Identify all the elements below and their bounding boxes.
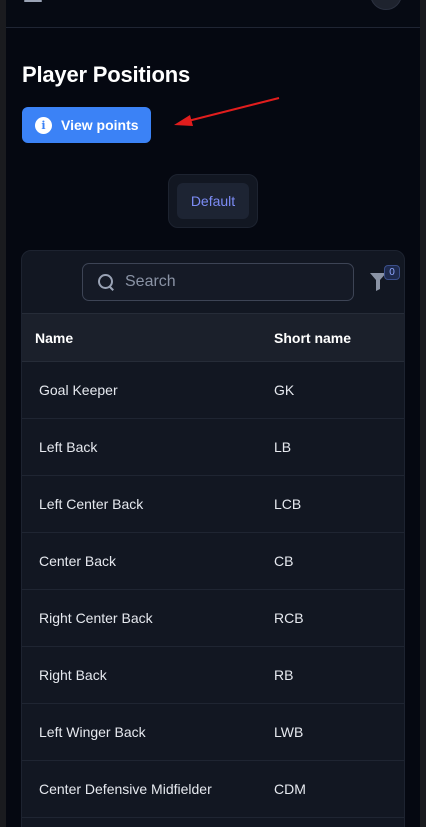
cell-short-name: LCB <box>274 496 302 512</box>
search-icon <box>97 273 115 291</box>
cell-short-name: LB <box>274 439 292 455</box>
view-points-label: View points <box>61 117 139 133</box>
info-icon: i <box>35 116 52 134</box>
table-row[interactable]: Left Back LB <box>22 419 404 476</box>
table-row[interactable]: Left Center Back LCB <box>22 476 404 533</box>
view-segment-control: Default <box>168 174 258 228</box>
table-row[interactable]: Left Winger Back LWB <box>22 704 404 761</box>
search-input[interactable] <box>125 273 325 291</box>
table-row[interactable]: Center Defensive Midfielder CDM <box>22 761 404 818</box>
table-row[interactable]: Goal Keeper GK <box>22 362 404 419</box>
positions-table-card: 0 Name Short name Goal Keeper GK Left Ba… <box>21 250 405 827</box>
cell-short-name: GK <box>274 382 295 398</box>
view-points-button[interactable]: i View points <box>22 107 151 143</box>
hamburger-icon[interactable] <box>24 0 42 4</box>
segment-default[interactable]: Default <box>177 183 249 219</box>
cell-name: Center Back <box>39 553 117 569</box>
cell-name: Left Winger Back <box>39 724 146 740</box>
cell-name: Goal Keeper <box>39 382 118 398</box>
cell-short-name: RCB <box>274 610 304 626</box>
filter-button[interactable]: 0 <box>370 265 402 295</box>
table-row[interactable]: Right Back RB <box>22 647 404 704</box>
table-row[interactable]: Center Back CB <box>22 533 404 590</box>
cell-short-name: RB <box>274 667 294 683</box>
cell-name: Right Back <box>39 667 107 683</box>
table-row[interactable]: Right Center Back RCB <box>22 590 404 647</box>
column-header-short-name[interactable]: Short name <box>274 330 351 346</box>
cell-name: Left Center Back <box>39 496 144 512</box>
search-box[interactable] <box>82 263 354 301</box>
column-header-name[interactable]: Name <box>35 330 73 346</box>
page-title: Player Positions <box>22 62 190 87</box>
top-bar <box>6 0 420 28</box>
cell-short-name: CDM <box>274 781 306 797</box>
cell-name: Center Defensive Midfielder <box>39 781 212 797</box>
cell-name: Left Back <box>39 439 98 455</box>
table-body: Goal Keeper GK Left Back LB Left Center … <box>22 362 404 818</box>
cell-short-name: LWB <box>274 724 304 740</box>
top-right-button[interactable] <box>370 0 402 10</box>
cell-name: Right Center Back <box>39 610 153 626</box>
app-frame: Player Positions i View points Default 0… <box>6 0 420 827</box>
filter-count-badge: 0 <box>384 265 400 280</box>
cell-short-name: CB <box>274 553 294 569</box>
annotation-arrow <box>174 97 280 126</box>
table-header: Name Short name <box>22 313 404 362</box>
